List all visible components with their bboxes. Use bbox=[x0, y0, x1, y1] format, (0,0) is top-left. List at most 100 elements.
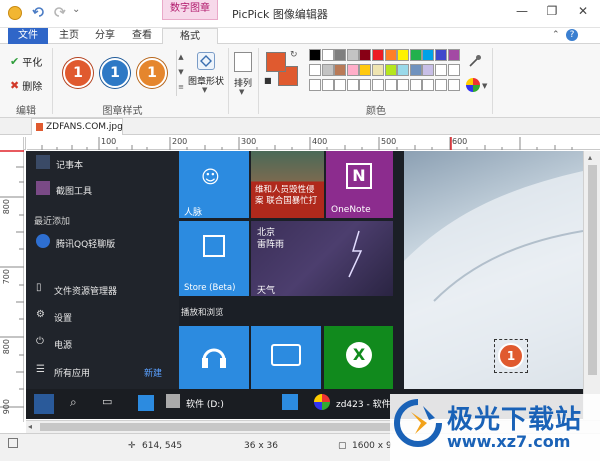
delete-button[interactable]: ✖ 删除 bbox=[10, 78, 42, 93]
tile-video bbox=[251, 326, 321, 389]
palette-swatch[interactable] bbox=[346, 79, 359, 91]
stamp-style-gallery: 1 1 1 bbox=[60, 48, 176, 96]
start-item-snipping: 截图工具 bbox=[56, 187, 93, 197]
notepad-icon bbox=[36, 155, 50, 169]
color-wheel-icon[interactable] bbox=[466, 78, 480, 92]
palette-swatch[interactable] bbox=[346, 49, 359, 61]
palette-swatch[interactable] bbox=[422, 49, 435, 61]
palette-swatch[interactable] bbox=[409, 49, 422, 61]
scrollbar-thumb[interactable] bbox=[40, 423, 400, 431]
palette-swatch[interactable] bbox=[384, 49, 397, 61]
start-new-label: 新建 bbox=[144, 369, 163, 379]
delete-icon: ✖ bbox=[10, 79, 20, 92]
palette-swatch[interactable] bbox=[334, 64, 347, 76]
eyedropper-icon[interactable] bbox=[468, 54, 482, 68]
flatten-button[interactable]: ✔ 平化 bbox=[10, 54, 42, 69]
arrange-icon bbox=[234, 52, 252, 72]
palette-swatch[interactable] bbox=[409, 79, 422, 91]
tab-file[interactable]: 文件 bbox=[8, 28, 48, 44]
ruler-label: 400 bbox=[312, 137, 328, 146]
palette-swatch[interactable] bbox=[359, 64, 372, 76]
palette-swatch[interactable] bbox=[435, 64, 447, 76]
settings-icon: ⚙ bbox=[36, 309, 45, 320]
palette-swatch[interactable] bbox=[309, 64, 321, 76]
undo-icon[interactable] bbox=[32, 5, 46, 19]
image-size: 1600 x 9 bbox=[352, 441, 392, 451]
palette-swatch[interactable] bbox=[384, 64, 397, 76]
tile-xbox: X bbox=[324, 326, 393, 389]
ruler-label: 900 bbox=[2, 399, 11, 415]
image-canvas[interactable]: 记事本 截图工具 最近添加 腾讯QQ轻聊版 ▯ 文件资源管理器 ⚙ 设置 ⏻ 电… bbox=[26, 151, 583, 389]
palette-swatch[interactable] bbox=[309, 79, 321, 91]
scrollbar-thumb[interactable] bbox=[588, 165, 597, 375]
redo-icon[interactable] bbox=[52, 5, 66, 19]
tab-format[interactable]: 格式 bbox=[162, 28, 218, 45]
palette-swatch[interactable] bbox=[397, 49, 410, 61]
stamp-shape-button[interactable]: 图章形状 ▼ bbox=[188, 50, 224, 102]
start-item-all-apps: 所有应用 bbox=[54, 369, 91, 379]
palette-swatch[interactable] bbox=[359, 49, 372, 61]
help-icon[interactable]: ? bbox=[566, 29, 578, 41]
task-view-icon: ▭ bbox=[102, 395, 113, 408]
palette-swatch[interactable] bbox=[447, 64, 460, 76]
close-button[interactable]: ✕ bbox=[568, 0, 598, 24]
palette-swatch[interactable] bbox=[397, 79, 410, 91]
document-tab[interactable]: ZDFANS.COM.jpg bbox=[31, 118, 123, 135]
quick-access-dropdown[interactable]: ⌄ bbox=[72, 4, 80, 15]
stamp-style-2[interactable]: 1 bbox=[100, 58, 130, 88]
palette-swatch[interactable] bbox=[409, 64, 422, 76]
palette-swatch[interactable] bbox=[334, 49, 347, 61]
palette-swatch[interactable] bbox=[372, 79, 384, 91]
stamp-style-1[interactable]: 1 bbox=[63, 58, 93, 88]
palette-swatch[interactable] bbox=[422, 64, 435, 76]
palette-swatch[interactable] bbox=[447, 49, 460, 61]
palette-swatch[interactable] bbox=[359, 79, 372, 91]
palette-swatch[interactable] bbox=[372, 64, 384, 76]
palette-swatch[interactable] bbox=[384, 79, 397, 91]
palette-swatch[interactable] bbox=[334, 79, 347, 91]
tab-home[interactable]: 主页 bbox=[52, 28, 86, 44]
palette-swatch[interactable] bbox=[321, 64, 334, 76]
palette-swatch[interactable] bbox=[372, 49, 384, 61]
scroll-up-arrow[interactable]: ▴ bbox=[588, 153, 592, 162]
watermark-logo bbox=[393, 398, 443, 448]
people-icon: ☺ bbox=[201, 167, 220, 188]
palette-swatch[interactable] bbox=[422, 79, 435, 91]
palette-swatch[interactable] bbox=[321, 79, 334, 91]
tile-weather-condition: 雷阵雨 bbox=[257, 240, 285, 250]
stamp-selection[interactable]: 1 bbox=[494, 339, 528, 373]
placed-stamp[interactable]: 1 bbox=[498, 343, 524, 369]
start-item-power: 电源 bbox=[54, 341, 73, 351]
ribbon-tab-row: 文件 主页 分享 查看 格式 ⌃ ? bbox=[0, 28, 600, 45]
primary-color-swatch[interactable] bbox=[266, 52, 286, 72]
ruler-label: 800 bbox=[2, 199, 11, 215]
snow-mountain-photo: 1 bbox=[404, 151, 583, 389]
restore-button[interactable]: ❐ bbox=[538, 0, 566, 24]
palette-swatch[interactable] bbox=[309, 49, 321, 61]
vertical-ruler: 800 700 800 900 bbox=[0, 137, 24, 422]
separator bbox=[228, 48, 229, 114]
swap-colors-icon[interactable]: ↻ bbox=[290, 50, 298, 60]
palette-swatch[interactable] bbox=[447, 79, 460, 91]
collapse-ribbon-icon[interactable]: ⌃ bbox=[552, 30, 560, 40]
arrange-button[interactable]: 排列 ▼ bbox=[232, 50, 254, 102]
recent-header: 最近添加 bbox=[34, 217, 71, 227]
palette-swatch[interactable] bbox=[321, 49, 334, 61]
watermark-text: 极光下载站 bbox=[447, 405, 583, 435]
tab-view[interactable]: 查看 bbox=[125, 28, 159, 44]
tab-share[interactable]: 分享 bbox=[88, 28, 122, 44]
minimize-button[interactable]: — bbox=[508, 0, 536, 24]
palette-swatch[interactable] bbox=[397, 64, 410, 76]
reset-colors-icon[interactable]: ■ bbox=[264, 76, 272, 85]
palette-swatch[interactable] bbox=[435, 79, 447, 91]
shape-icon bbox=[197, 52, 215, 70]
palette-swatch[interactable] bbox=[346, 64, 359, 76]
palette-swatch[interactable] bbox=[435, 49, 447, 61]
scroll-left-arrow[interactable]: ◂ bbox=[28, 422, 32, 431]
taskbar-drive-label: 软件 (D:) bbox=[186, 400, 224, 410]
vertical-scrollbar[interactable]: ▴ bbox=[583, 151, 600, 420]
stamp-style-3[interactable]: 1 bbox=[137, 58, 167, 88]
color-selector[interactable]: ↻ ■ bbox=[264, 50, 298, 92]
tile-people: ☺ 人脉 bbox=[179, 151, 249, 218]
gallery-scroll[interactable]: ▲ ▼ ≡ bbox=[176, 50, 185, 96]
